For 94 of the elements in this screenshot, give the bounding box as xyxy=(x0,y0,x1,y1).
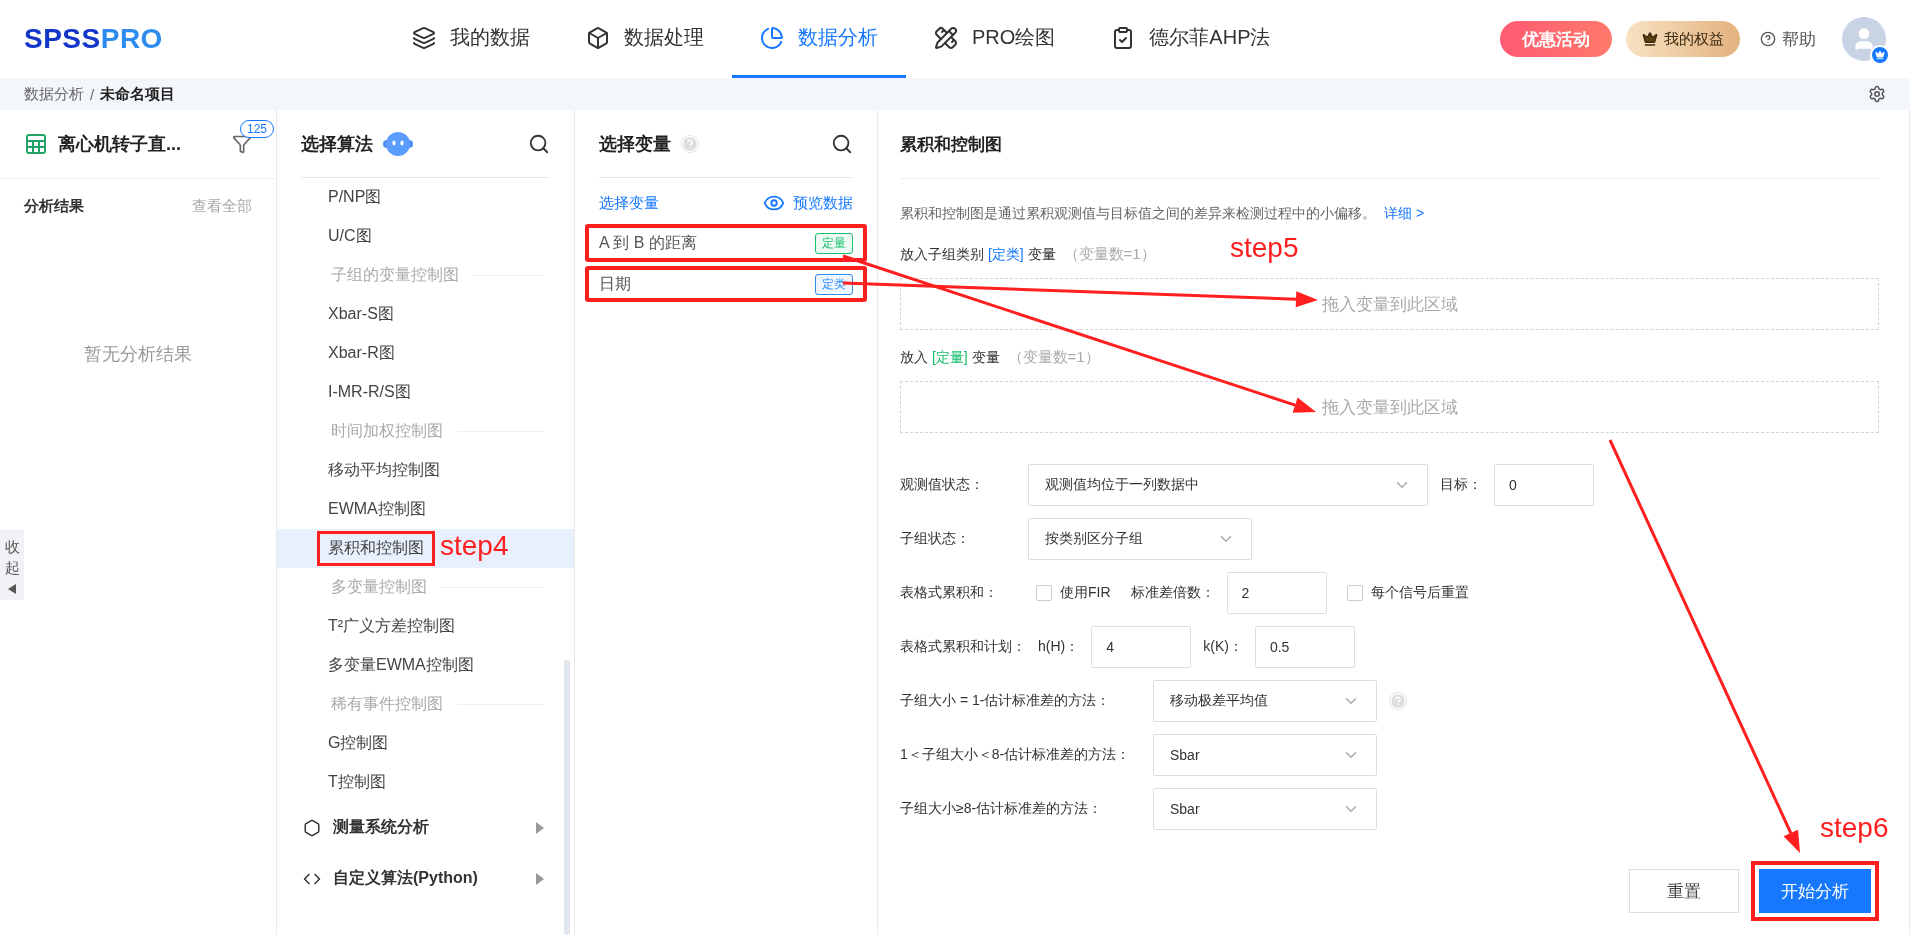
panel-title: 选择算法 xyxy=(301,132,373,156)
group-heading: 稀有事件控制图 xyxy=(331,694,443,714)
help-button[interactable]: 帮助 xyxy=(1754,26,1822,52)
step-label: step5 xyxy=(1230,232,1299,264)
breadcrumb-separator: / xyxy=(90,85,95,103)
panel-title: 累积和控制图 xyxy=(900,133,1002,156)
robot-icon xyxy=(383,130,413,157)
preview-data-link[interactable]: 预览数据 xyxy=(763,192,853,214)
input-field[interactable]: 2 xyxy=(1226,572,1327,614)
benefits-button[interactable]: 我的权益 xyxy=(1626,21,1740,57)
type-tag: 定量 xyxy=(815,232,853,254)
search-button[interactable] xyxy=(528,132,550,155)
variable-item[interactable]: A 到 B 的距离 定量 xyxy=(585,224,867,262)
algorithm-item[interactable]: T²广义方差控制图 xyxy=(277,607,574,646)
search-button[interactable] xyxy=(831,132,853,155)
field-label: 子组状态： xyxy=(900,530,971,548)
crown-icon xyxy=(1642,31,1658,47)
nav-icon xyxy=(586,25,610,50)
algorithm-item[interactable]: I-MR-R/S图 xyxy=(277,373,574,412)
nav-tab[interactable]: 数据处理 xyxy=(558,0,732,78)
type-tag: 定类 xyxy=(815,273,853,295)
caret-icon xyxy=(8,584,16,594)
field-label: 子组大小≥8-估计标准差的方法： xyxy=(900,800,1104,818)
slot-label: 放入 [定量] 变量 （变量数=1） xyxy=(900,348,1100,367)
scrollbar[interactable] xyxy=(564,660,570,935)
category-icon xyxy=(303,818,321,837)
field-label: 1＜子组大小＜8-估计标准差的方法： xyxy=(900,746,1132,764)
variable-name: A 到 B 的距离 xyxy=(599,232,697,253)
field-label: h(H)： xyxy=(1038,638,1080,656)
nav-tab[interactable]: 德尔菲AHP法 xyxy=(1083,0,1299,78)
algorithm-item[interactable]: P/NP图 xyxy=(277,178,574,217)
group-heading: 多变量控制图 xyxy=(331,577,427,597)
input-field[interactable]: 4 xyxy=(1091,626,1192,668)
algorithm-item[interactable]: U/C图 xyxy=(277,217,574,256)
algorithm-item[interactable]: T控制图 xyxy=(277,763,574,802)
spreadsheet-icon xyxy=(24,132,48,156)
algorithm-item[interactable]: EWMA控制图 xyxy=(277,490,574,529)
project-name: 离心机转子直... xyxy=(58,133,181,156)
reset-button[interactable]: 重置 xyxy=(1629,869,1739,913)
input-field[interactable]: 0 xyxy=(1494,464,1594,506)
group-heading: 时间加权控制图 xyxy=(331,421,443,441)
spsspro-logo: SPSSPRO xyxy=(24,23,164,55)
field-label: k(K)： xyxy=(1203,638,1243,656)
select-field[interactable]: 按类别区分子组 xyxy=(1028,518,1252,560)
algorithm-item[interactable]: 多变量EWMA控制图 xyxy=(277,646,574,685)
variable-item[interactable]: 日期 定类 xyxy=(585,266,867,302)
field-label: 目标： xyxy=(1440,476,1482,494)
crown-badge-icon xyxy=(1870,45,1890,65)
category-item[interactable]: 自定义算法(Python) xyxy=(277,853,574,904)
checkbox[interactable]: 使用FIR xyxy=(1036,584,1111,602)
variable-name: 日期 xyxy=(599,273,631,294)
avatar[interactable] xyxy=(1842,17,1886,61)
nav-icon xyxy=(934,25,958,50)
select-field[interactable]: Sbar xyxy=(1153,734,1377,776)
select-field[interactable]: 观测值均位于一列数据中 xyxy=(1028,464,1428,506)
detail-link[interactable]: 详细 > xyxy=(1384,205,1425,221)
algorithm-item[interactable]: Xbar-R图 xyxy=(277,334,574,373)
breadcrumb-current: 未命名项目 xyxy=(100,84,176,104)
select-field[interactable]: 移动极差平均值 xyxy=(1153,680,1377,722)
breadcrumb-link[interactable]: 数据分析 xyxy=(24,84,84,104)
panel-title: 选择变量 xyxy=(599,132,671,156)
nav-tab[interactable]: PRO绘图 xyxy=(906,0,1084,78)
field-label: 表格式累积和计划： xyxy=(900,638,1026,656)
input-field[interactable]: 0.5 xyxy=(1254,626,1355,668)
checkbox[interactable]: 每个信号后重置 xyxy=(1346,584,1469,602)
slot-label: 放入子组类别 [定类] 变量 （变量数=1） xyxy=(900,245,1156,264)
start-analysis-button[interactable]: 开始分析 xyxy=(1759,869,1871,913)
field-label: 子组大小 = 1-估计标准差的方法： xyxy=(900,692,1112,710)
count-badge: 125 xyxy=(240,120,275,138)
group-heading: 子组的变量控制图 xyxy=(331,265,459,285)
step-label: step4 xyxy=(440,530,509,562)
nav-tab[interactable]: 我的数据 xyxy=(384,0,558,78)
step-label: step6 xyxy=(1820,812,1889,844)
algorithm-item[interactable]: G控制图 xyxy=(277,724,574,763)
select-field[interactable]: Sbar xyxy=(1153,788,1377,830)
field-label: 表格式累积和： xyxy=(900,584,999,602)
algorithm-item[interactable]: Xbar-S图 xyxy=(277,295,574,334)
filter-icon[interactable] xyxy=(232,134,252,154)
expand-caret-icon xyxy=(536,821,544,834)
nav-tab[interactable]: 数据分析 xyxy=(732,0,906,78)
select-variable-link[interactable]: 选择变量 xyxy=(599,193,659,213)
collapse-tab[interactable]: 收起 xyxy=(0,530,24,600)
empty-message: 暂无分析结果 xyxy=(84,344,192,364)
help-icon xyxy=(1760,31,1776,47)
algorithm-item[interactable]: 移动平均控制图 xyxy=(277,451,574,490)
nav-icon xyxy=(412,25,436,50)
category-item[interactable]: 测量系统分析 xyxy=(277,802,574,853)
field-label: 观测值状态： xyxy=(900,476,985,494)
settings-icon[interactable] xyxy=(1868,85,1886,103)
nav-icon xyxy=(760,25,784,50)
expand-caret-icon xyxy=(536,872,544,885)
field-label: 标准差倍数： xyxy=(1130,584,1215,602)
section-title: 分析结果 xyxy=(24,197,84,216)
description: 累积和控制图是通过累积观测值与目标值之间的差异来检测过程中的小偏移。 详细 > xyxy=(900,205,1426,223)
